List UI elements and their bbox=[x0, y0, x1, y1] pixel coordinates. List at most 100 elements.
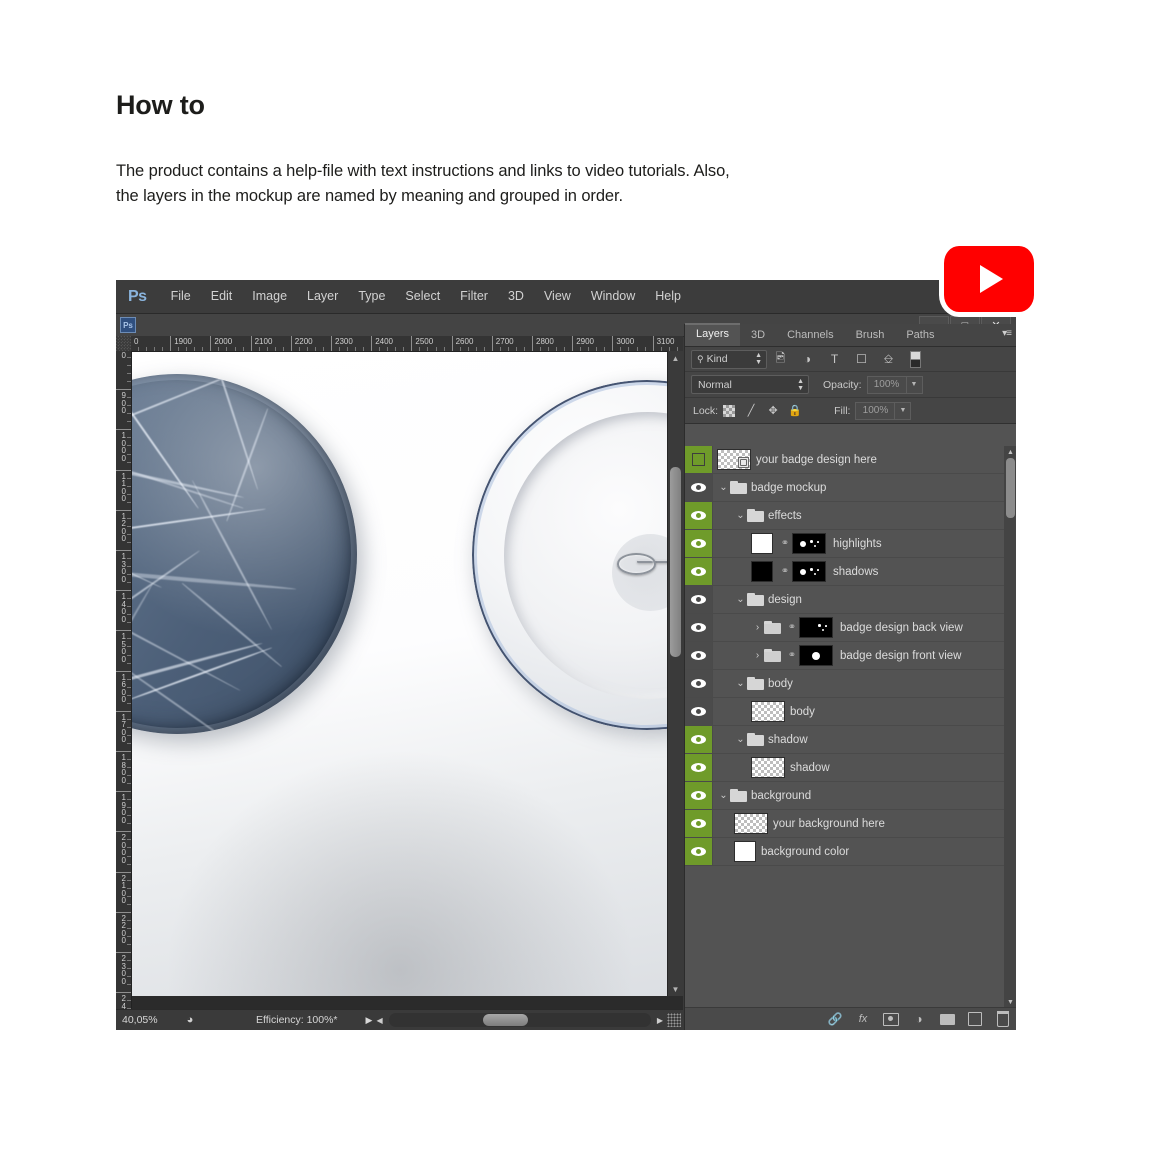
panel-menu-icon[interactable]: ▾≡ bbox=[1002, 328, 1011, 339]
layer-mask-thumbnail[interactable] bbox=[799, 617, 833, 638]
layer-name[interactable]: background color bbox=[761, 846, 849, 858]
layer-name[interactable]: shadow bbox=[790, 762, 830, 774]
menu-item-type[interactable]: Type bbox=[348, 280, 395, 313]
layer-visibility-toggle[interactable] bbox=[685, 726, 713, 753]
layer-style-fx-icon[interactable]: fx bbox=[849, 1008, 877, 1030]
canvas-vertical-scrollbar[interactable]: ▲ ▼ bbox=[667, 351, 683, 996]
vertical-scroll-thumb[interactable] bbox=[670, 467, 681, 657]
layer-name[interactable]: your badge design here bbox=[756, 454, 877, 466]
layer-row[interactable]: ⌄ badge mockup bbox=[685, 474, 1016, 502]
type-filter-icon[interactable]: T bbox=[821, 349, 848, 369]
layer-row[interactable]: ⌄ shadow bbox=[685, 726, 1016, 754]
new-group-icon[interactable] bbox=[933, 1008, 961, 1030]
layer-thumbnail[interactable] bbox=[734, 841, 756, 862]
scroll-right-arrow-icon[interactable]: ▶ bbox=[653, 1016, 667, 1025]
fill-dropdown-icon[interactable]: ▼ bbox=[895, 402, 911, 420]
layers-scroll-thumb[interactable] bbox=[1006, 458, 1015, 518]
layer-name[interactable]: body bbox=[768, 678, 793, 690]
chevron-down-icon[interactable]: ⌄ bbox=[734, 510, 747, 521]
add-mask-icon[interactable] bbox=[877, 1008, 905, 1030]
layer-visibility-toggle[interactable] bbox=[685, 446, 713, 473]
youtube-play-button[interactable] bbox=[944, 246, 1034, 312]
stepper-icon[interactable]: ▲ ▼ bbox=[755, 352, 762, 366]
layer-thumbnail[interactable] bbox=[751, 533, 773, 554]
pixel-filter-icon[interactable]: 🖻 bbox=[767, 349, 794, 369]
layer-row[interactable]: your background here bbox=[685, 810, 1016, 838]
layer-row[interactable]: ⌄ background bbox=[685, 782, 1016, 810]
layer-row[interactable]: ⌄ design bbox=[685, 586, 1016, 614]
link-mask-icon[interactable]: ⚭ bbox=[778, 566, 792, 577]
layer-row[interactable]: body bbox=[685, 698, 1016, 726]
menu-item-edit[interactable]: Edit bbox=[201, 280, 243, 313]
scroll-down-arrow-icon[interactable]: ▼ bbox=[668, 982, 683, 996]
horizontal-ruler[interactable]: 0 1900 2000 2100 2200 2300 2400 2500 2600 2700 280… bbox=[116, 336, 683, 352]
ruler-origin-corner[interactable] bbox=[116, 336, 131, 351]
layer-thumbnail[interactable] bbox=[751, 757, 785, 778]
fill-value[interactable]: 100% bbox=[855, 402, 895, 420]
adjustment-filter-icon[interactable]: ◑ bbox=[794, 349, 821, 369]
layer-name[interactable]: badge design back view bbox=[840, 622, 963, 634]
menu-item-view[interactable]: View bbox=[534, 280, 581, 313]
layer-row[interactable]: ⌄ effects bbox=[685, 502, 1016, 530]
blend-mode-select[interactable]: Normal ▲ ▼ bbox=[691, 375, 809, 394]
layer-name[interactable]: shadow bbox=[768, 734, 808, 746]
layer-name[interactable]: background bbox=[751, 790, 811, 802]
layer-thumbnail[interactable] bbox=[751, 561, 773, 582]
layer-row[interactable]: › ⚭ badge design back view bbox=[685, 614, 1016, 642]
chevron-down-icon[interactable]: ⌄ bbox=[717, 790, 730, 801]
layer-visibility-toggle[interactable] bbox=[685, 530, 713, 557]
layer-row[interactable]: background color bbox=[685, 838, 1016, 866]
chevron-right-icon[interactable]: › bbox=[751, 622, 764, 633]
shape-filter-icon[interactable]: ☐ bbox=[848, 349, 875, 369]
layer-visibility-toggle[interactable] bbox=[685, 642, 713, 669]
tab-channels[interactable]: Channels bbox=[776, 325, 844, 346]
layer-row[interactable]: your badge design here bbox=[685, 446, 1016, 474]
link-mask-icon[interactable]: ⚭ bbox=[785, 622, 799, 633]
menu-item-image[interactable]: Image bbox=[242, 280, 297, 313]
layer-visibility-toggle[interactable] bbox=[685, 502, 713, 529]
adjustment-layer-icon[interactable]: ◑ bbox=[905, 1008, 933, 1030]
horizontal-scroll-thumb[interactable] bbox=[483, 1014, 528, 1026]
layer-thumbnail[interactable] bbox=[734, 813, 768, 834]
layer-name[interactable]: shadows bbox=[833, 566, 878, 578]
vertical-ruler[interactable]: 0900100011001200130014001500160017001800… bbox=[116, 351, 132, 1011]
chevron-down-icon[interactable]: ⌄ bbox=[734, 594, 747, 605]
layer-row[interactable]: ⌄ body bbox=[685, 670, 1016, 698]
scroll-left-arrow-icon[interactable]: ◀ bbox=[372, 1016, 386, 1025]
layer-mask-thumbnail[interactable] bbox=[792, 533, 826, 554]
resize-grip-icon[interactable] bbox=[667, 1013, 681, 1027]
layer-mask-thumbnail[interactable] bbox=[799, 645, 833, 666]
layer-name[interactable]: your background here bbox=[773, 818, 885, 830]
menu-item-file[interactable]: File bbox=[161, 280, 201, 313]
layer-visibility-toggle[interactable] bbox=[685, 698, 713, 725]
layer-name[interactable]: highlights bbox=[833, 538, 882, 550]
layer-visibility-toggle[interactable] bbox=[685, 810, 713, 837]
stepper-icon[interactable]: ▲ ▼ bbox=[797, 378, 804, 392]
menu-item-3d[interactable]: 3D bbox=[498, 280, 534, 313]
scroll-up-arrow-icon[interactable]: ▲ bbox=[668, 351, 683, 365]
image-canvas[interactable] bbox=[132, 352, 668, 996]
delete-layer-icon[interactable] bbox=[989, 1008, 1016, 1030]
tab-layers[interactable]: Layers bbox=[685, 323, 740, 346]
layers-scrollbar[interactable]: ▲ ▼ bbox=[1004, 446, 1016, 1008]
lock-image-icon[interactable]: ╱ bbox=[740, 402, 762, 420]
menu-item-help[interactable]: Help bbox=[645, 280, 691, 313]
layer-visibility-toggle[interactable] bbox=[685, 782, 713, 809]
layer-name[interactable]: badge mockup bbox=[751, 482, 826, 494]
opacity-dropdown-icon[interactable]: ▼ bbox=[907, 376, 923, 394]
link-mask-icon[interactable]: ⚭ bbox=[778, 538, 792, 549]
chevron-right-icon[interactable]: › bbox=[751, 650, 764, 661]
status-popup-arrow-icon[interactable]: ▶ bbox=[338, 1015, 373, 1026]
new-layer-icon[interactable] bbox=[961, 1008, 989, 1030]
filter-toggle-icon[interactable] bbox=[902, 349, 929, 369]
layer-visibility-toggle[interactable] bbox=[685, 754, 713, 781]
layer-row[interactable]: ⚭ highlights bbox=[685, 530, 1016, 558]
chevron-down-icon[interactable]: ⌄ bbox=[717, 482, 730, 493]
tab-3d[interactable]: 3D bbox=[740, 325, 776, 346]
layer-name[interactable]: design bbox=[768, 594, 802, 606]
layer-list[interactable]: your badge design here ⌄ badge mockup ⌄ effe… bbox=[685, 446, 1016, 1008]
layer-thumbnail[interactable] bbox=[717, 449, 751, 470]
layer-mask-thumbnail[interactable] bbox=[792, 561, 826, 582]
tab-paths[interactable]: Paths bbox=[895, 325, 945, 346]
chevron-down-icon[interactable]: ⌄ bbox=[734, 678, 747, 689]
